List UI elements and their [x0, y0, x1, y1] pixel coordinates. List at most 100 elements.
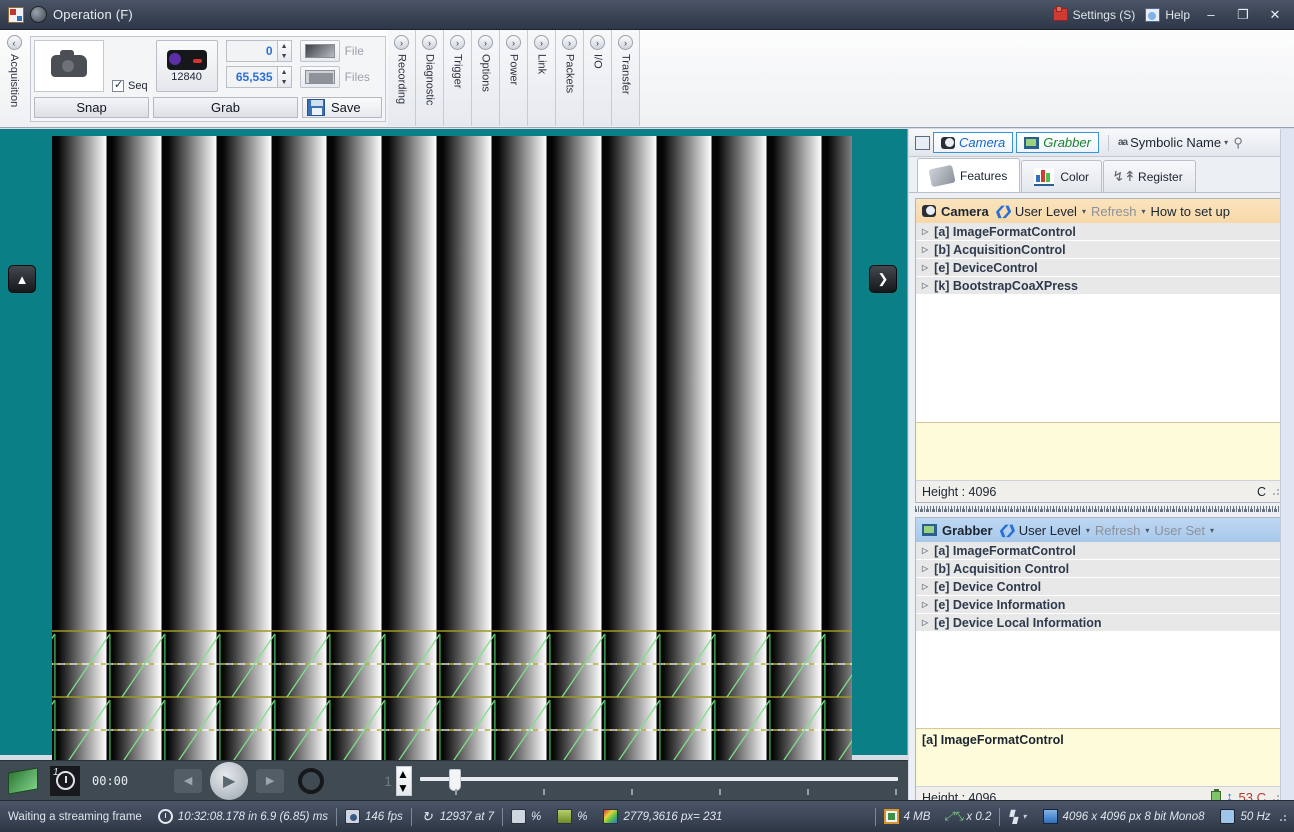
device-tab-grabber[interactable]: Grabber [1016, 132, 1099, 153]
symbolic-name-label[interactable]: Symbolic Name [1130, 135, 1221, 150]
grabber-refresh[interactable]: Refresh [1095, 523, 1141, 538]
camera-how-to-set-up[interactable]: How to set up [1151, 204, 1231, 219]
grabber-user-set[interactable]: User Set [1154, 523, 1205, 538]
file-icon-button[interactable] [299, 40, 340, 62]
spin-up-icon[interactable]: ▲ [397, 767, 411, 781]
expand-triangle-icon[interactable]: ▷ [922, 281, 928, 290]
nav-up-button[interactable]: ▲ [8, 265, 36, 293]
status-timestamp-cell: 10:32:08.178 in 6.9 (6.85) ms [150, 806, 336, 828]
feature-row[interactable]: ▷ [e] Device Local Information [916, 614, 1287, 632]
feature-row[interactable]: ▷ [b] AcquisitionControl [916, 241, 1287, 259]
start-frame-spin-buttons[interactable]: ▲ ▼ [277, 40, 292, 62]
feature-row[interactable]: ▷ [e] Device Information [916, 596, 1287, 614]
status-histogram-cell[interactable]: ▚ ▾ [1000, 806, 1034, 828]
chevron-down-icon[interactable]: ▾ [1210, 526, 1214, 535]
seq-checkbox[interactable]: Seq [112, 78, 148, 92]
tab-recording[interactable]: › Recording [388, 30, 416, 126]
spin-up-icon[interactable]: ▲ [278, 67, 291, 77]
chevron-down-icon[interactable]: ▾ [1142, 207, 1146, 216]
slider-thumb[interactable] [449, 768, 461, 791]
feature-row[interactable]: ▷ [a] ImageFormatControl [916, 223, 1287, 241]
expand-triangle-icon[interactable]: ▷ [922, 564, 928, 573]
panel-splitter[interactable] [915, 506, 1288, 512]
image-viewer[interactable]: ▲ ▼ ❯ [0, 129, 908, 779]
chevron-down-icon[interactable]: ▾ [1224, 138, 1228, 147]
grabber-feature-list[interactable]: ▷ [a] ImageFormatControl ▷ [b] Acquisiti… [916, 542, 1287, 632]
panel-scrollbar[interactable] [1280, 129, 1294, 800]
end-frame-spin-buttons[interactable]: ▲ ▼ [277, 66, 292, 88]
end-frame-stepper[interactable]: 65,535 ▲ ▼ [225, 66, 292, 88]
maximize-button[interactable]: ❐ [1232, 6, 1254, 24]
window-resize-grip[interactable] [1278, 811, 1289, 822]
prev-frame-button[interactable]: ◀ [174, 768, 203, 793]
close-button[interactable]: ✕ [1264, 6, 1286, 24]
slider-tick [455, 788, 457, 795]
tab-link[interactable]: › Link [528, 30, 556, 126]
camera-user-level[interactable]: User Level [1015, 204, 1077, 219]
start-frame-value[interactable]: 0 [225, 40, 278, 62]
spin-up-icon[interactable]: ▲ [278, 41, 291, 51]
minimize-button[interactable]: – [1200, 6, 1222, 24]
film-strip-icon[interactable] [8, 766, 38, 795]
grab-button[interactable]: Grab [153, 96, 298, 118]
timeline-slider[interactable] [412, 761, 904, 801]
tab-trigger[interactable]: › Trigger [444, 30, 472, 126]
tab-diagnostic[interactable]: › Diagnostic [416, 30, 444, 126]
slider-track[interactable] [420, 776, 898, 781]
chevron-down-icon[interactable]: ▾ [1023, 812, 1027, 821]
expand-triangle-icon[interactable]: ▷ [922, 227, 928, 236]
expand-triangle-icon[interactable]: ▷ [922, 582, 928, 591]
loop-icon[interactable] [298, 767, 325, 794]
spin-down-icon[interactable]: ▼ [278, 51, 291, 61]
save-button[interactable]: Save [302, 96, 382, 118]
status-zoom-cell[interactable]: ⤢⤡ x 0.2 [938, 806, 999, 828]
tab-options[interactable]: › Options [472, 30, 500, 126]
tab-packets[interactable]: › Packets [556, 30, 584, 126]
expand-triangle-icon[interactable]: ▷ [922, 546, 928, 555]
expand-triangle-icon[interactable]: ▷ [922, 245, 928, 254]
help-button[interactable]: Help [1145, 7, 1190, 22]
next-frame-button[interactable]: ▶ [256, 768, 285, 793]
pin-icon[interactable]: ⚲ [1231, 135, 1245, 150]
grab-preview-box[interactable]: 12840 [155, 40, 218, 92]
start-frame-stepper[interactable]: 0 ▲ ▼ [225, 40, 292, 62]
tab-color[interactable]: Color [1021, 160, 1103, 192]
grid-view-icon[interactable] [915, 135, 930, 150]
play-button[interactable]: ▶ [210, 761, 249, 800]
tab-acquisition[interactable]: ‹ Acquisition [0, 30, 28, 126]
snap-button[interactable]: Snap [34, 96, 149, 118]
tab-register[interactable]: ↯↟ Register [1103, 160, 1196, 192]
frame-stepper-value: 1 [384, 772, 392, 789]
device-tab-camera[interactable]: Camera [933, 132, 1014, 153]
frame-stepper[interactable]: ▲ ▼ [396, 765, 412, 796]
files-button[interactable]: Files [299, 66, 370, 88]
tab-power[interactable]: › Power [500, 30, 528, 126]
expand-triangle-icon[interactable]: ▷ [922, 618, 928, 627]
camera-preview-box[interactable] [34, 40, 104, 92]
file-button[interactable]: File [299, 40, 370, 62]
feature-row[interactable]: ▷ [e] Device Control [916, 578, 1287, 596]
settings-button[interactable]: Settings (S) [1052, 6, 1135, 22]
end-frame-value[interactable]: 65,535 [225, 66, 278, 88]
chevron-down-icon[interactable]: ▾ [1082, 207, 1086, 216]
camera-refresh[interactable]: Refresh [1091, 204, 1137, 219]
timer-icon[interactable]: 1 [50, 765, 80, 796]
chevron-down-icon[interactable]: ▾ [1145, 526, 1149, 535]
files-icon-button[interactable] [299, 66, 340, 88]
grabber-user-level[interactable]: User Level [1019, 523, 1081, 538]
nav-right-button[interactable]: ❯ [869, 265, 897, 293]
tab-features[interactable]: Features [917, 158, 1021, 192]
tab-io[interactable]: › I/O [584, 30, 612, 126]
tab-transfer[interactable]: › Transfer [612, 30, 640, 126]
spin-down-icon[interactable]: ▼ [278, 77, 291, 87]
chevron-down-icon[interactable]: ▾ [1086, 526, 1090, 535]
feature-row[interactable]: ▷ [b] Acquisition Control [916, 560, 1287, 578]
feature-row[interactable]: ▷ [k] BootstrapCoaXPress [916, 277, 1287, 295]
expand-triangle-icon[interactable]: ▷ [922, 600, 928, 609]
expand-triangle-icon[interactable]: ▷ [922, 263, 928, 272]
camera-feature-list[interactable]: ▷ [a] ImageFormatControl ▷ [b] Acquisiti… [916, 223, 1287, 295]
feature-row[interactable]: ▷ [a] ImageFormatControl [916, 542, 1287, 560]
feature-row[interactable]: ▷ [e] DeviceControl [916, 259, 1287, 277]
spin-down-icon[interactable]: ▼ [397, 781, 411, 795]
status-memory: 4 MB [903, 810, 931, 823]
